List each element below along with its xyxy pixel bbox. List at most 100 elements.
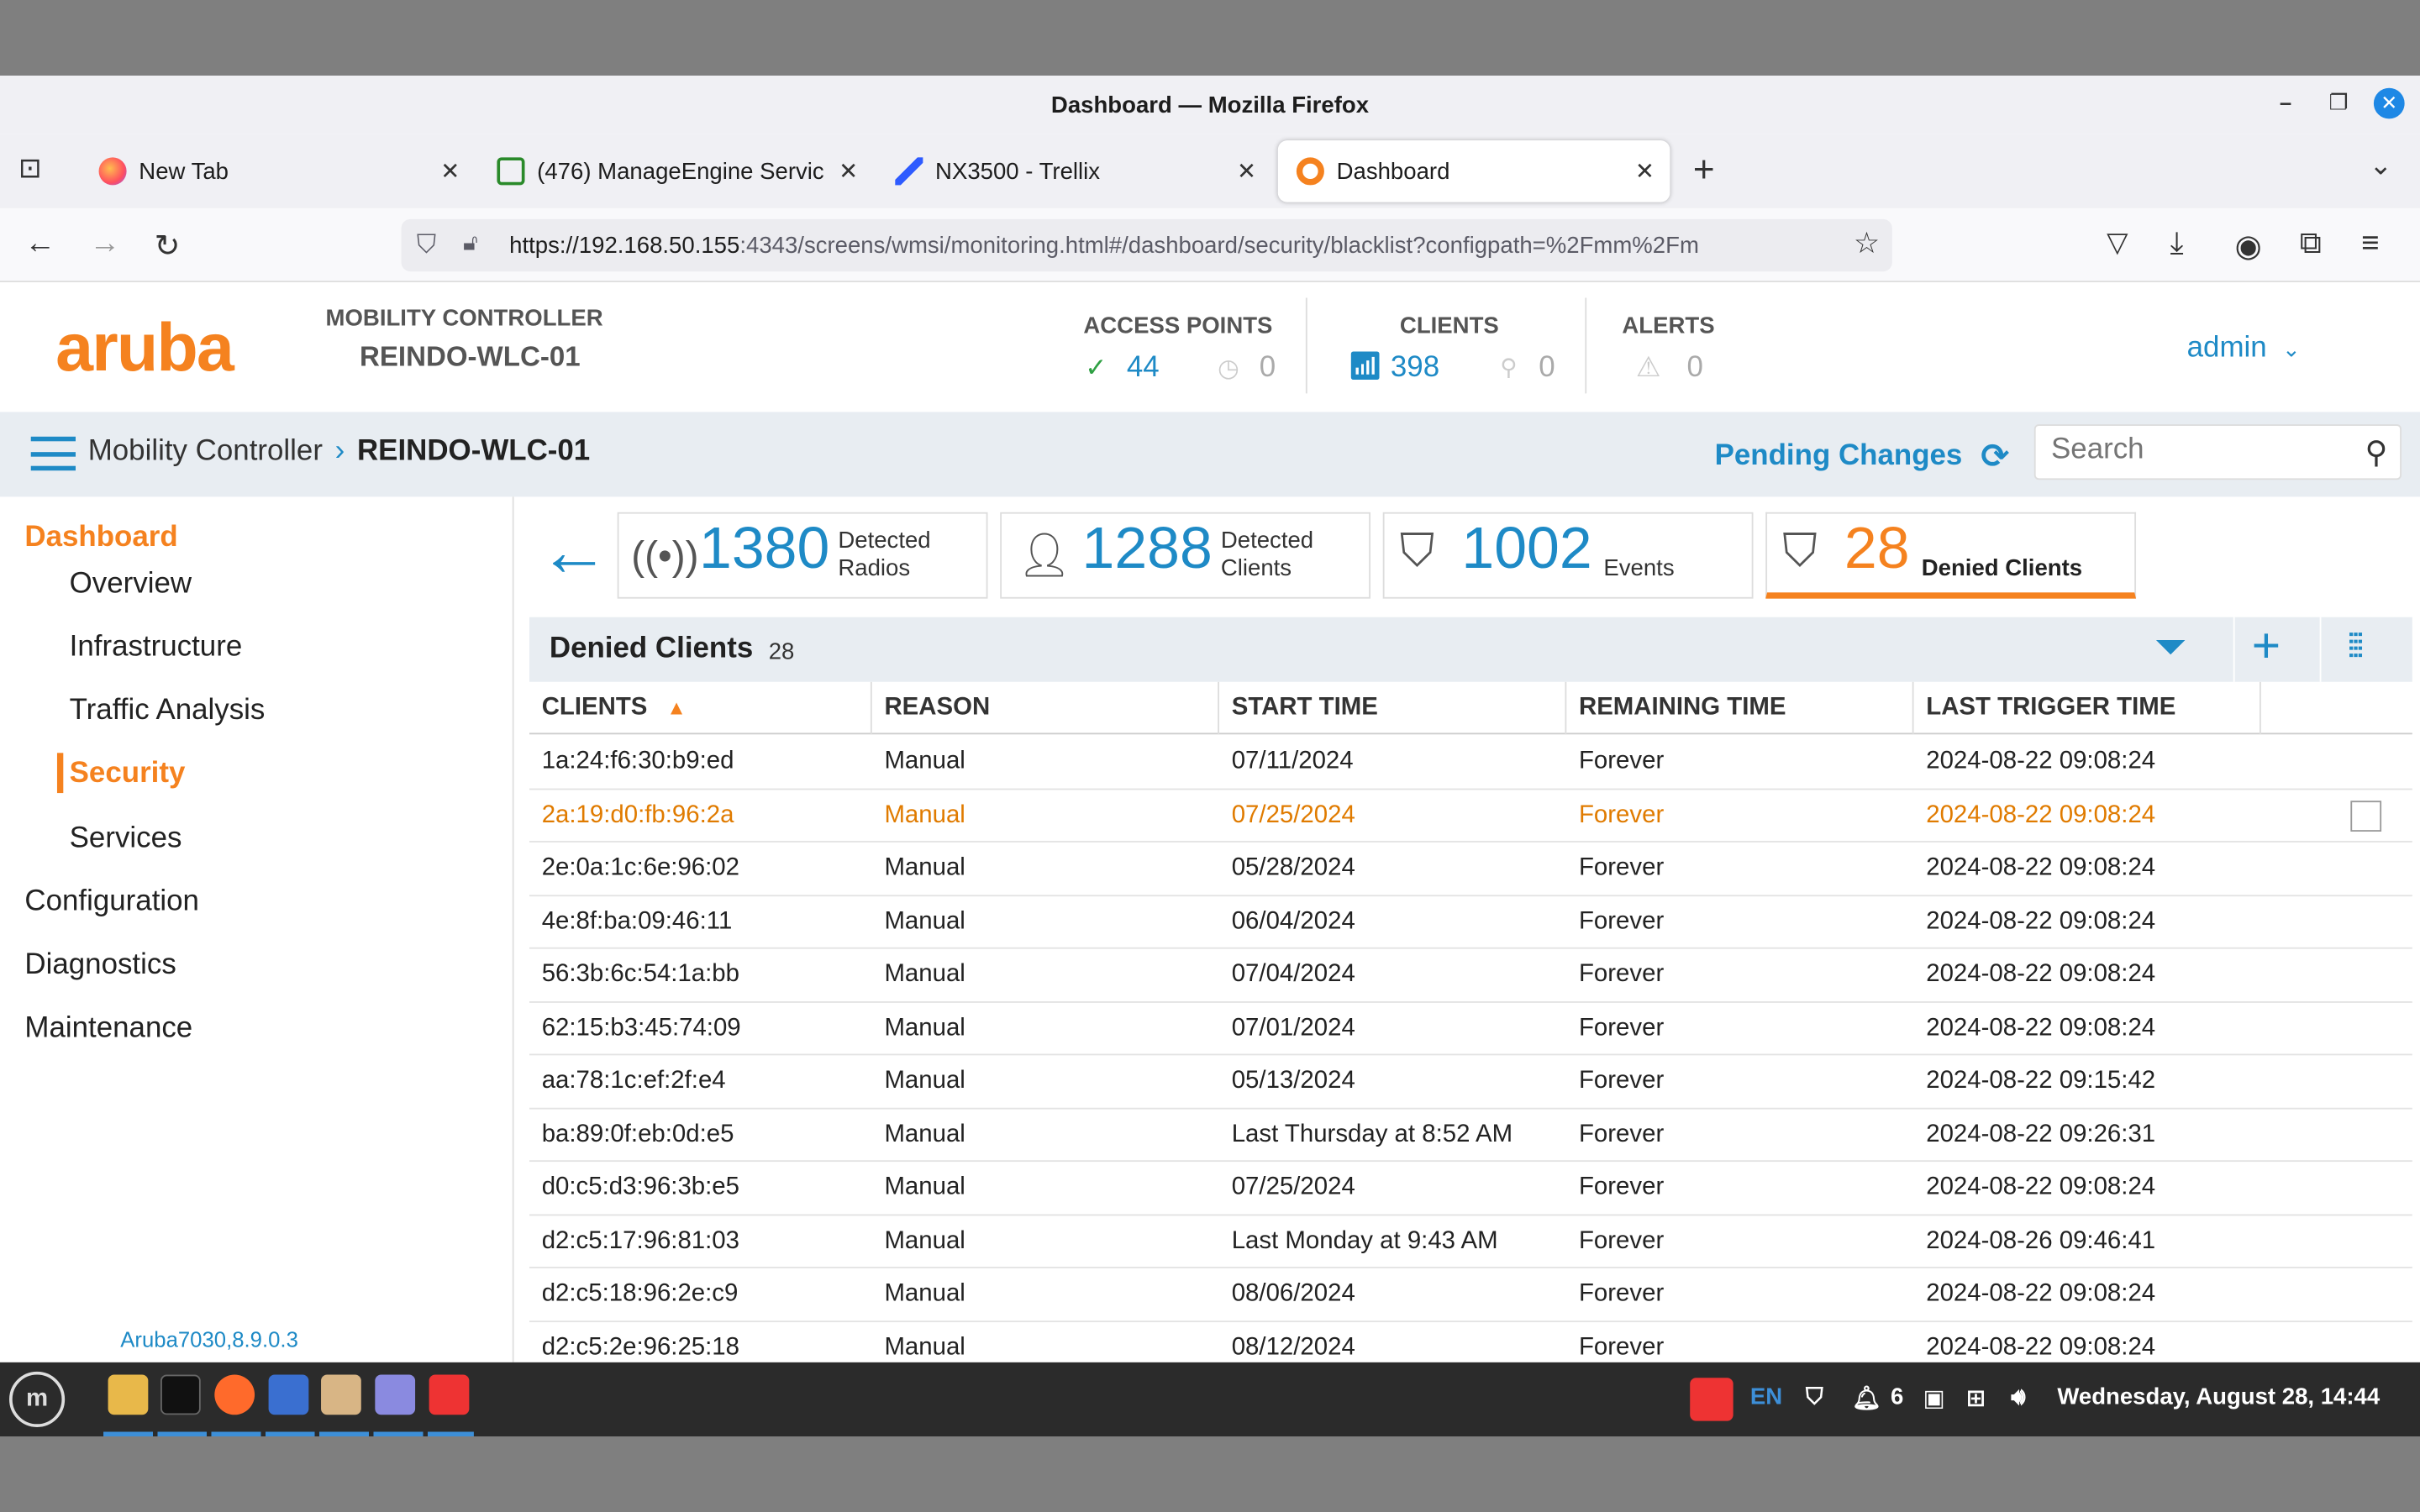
table-row[interactable]: d2:c5:2e:96:25:18 Manual 08/12/2024 Forever…	[529, 1321, 2412, 1362]
language-indicator[interactable]: EN	[1750, 1384, 1782, 1410]
bookmark-star-icon[interactable]: ☆	[1853, 227, 1881, 263]
ap-up-count[interactable]: 44	[1127, 352, 1160, 386]
table-row[interactable]: d2:c5:18:96:2e:c9 Manual 08/06/2024 Forever…	[529, 1268, 2412, 1322]
maximize-icon[interactable]: ❐	[2329, 90, 2349, 116]
menu-icon[interactable]: ≡	[2361, 227, 2379, 262]
table-row[interactable]: 2a:19:d0:fb:96:2a Manual 07/25/2024 Forever…	[529, 789, 2412, 843]
firefox-taskbar-icon[interactable]	[214, 1374, 255, 1415]
volume-icon[interactable]: 🔊︎	[2011, 1384, 2025, 1410]
close-tab-icon[interactable]: ✕	[440, 157, 460, 185]
archive-icon[interactable]	[321, 1374, 361, 1415]
table-cell: Manual	[884, 748, 965, 775]
tab-new-tab[interactable]: New Tab ✕	[81, 140, 476, 202]
table-cell: 07/25/2024	[1231, 1173, 1355, 1200]
add-icon[interactable]: +	[2252, 617, 2281, 675]
card-detected-clients[interactable]: 👤︎ 1288 Detected Clients	[1000, 512, 1371, 599]
notification-icon[interactable]: 🔔︎	[1852, 1384, 1881, 1411]
running-indicators	[103, 1431, 474, 1437]
pending-changes[interactable]: Pending Changes ⟳	[1715, 437, 2010, 477]
columns-icon[interactable]: ⦙⦙⦙	[2348, 627, 2365, 667]
sidebar-item-traffic-analysis[interactable]: Traffic Analysis	[70, 695, 266, 728]
user-menu[interactable]: admin ⌄	[2187, 332, 2301, 365]
new-tab-icon[interactable]: +	[1693, 150, 1715, 192]
tab-label: NX3500 - Trellix	[935, 158, 1101, 185]
url-bar[interactable]: ⛉ 🔓︎ https://192.168.50.155 :4343/screen…	[401, 218, 1892, 272]
col-clients[interactable]: CLIENTS ▲	[529, 681, 872, 735]
close-tab-icon[interactable]: ✕	[1237, 157, 1256, 185]
terminal-icon[interactable]	[160, 1374, 201, 1415]
chevron-down-icon[interactable]: ⌄	[2369, 150, 2392, 182]
filter-icon[interactable]: ⏷	[2154, 623, 2186, 673]
table-cell: d2:c5:17:96:81:03	[541, 1227, 739, 1254]
sidebar-item-dashboard[interactable]: Dashboard	[24, 522, 177, 555]
account-icon[interactable]: ◉	[2235, 227, 2262, 265]
table-row[interactable]: 2e:0a:1c:6e:96:02 Manual 05/28/2024 Forever…	[529, 843, 2412, 896]
table-row[interactable]: d0:c5:d3:96:3b:e5 Manual 07/25/2024 Forever…	[529, 1162, 2412, 1215]
table-row[interactable]: aa:78:1c:ef:2f:e4 Manual 05/13/2024 Forever…	[529, 1055, 2412, 1109]
files-icon[interactable]	[108, 1374, 149, 1415]
clock[interactable]: Wednesday, August 28, 14:44	[2057, 1384, 2380, 1410]
hamburger-icon[interactable]	[30, 436, 76, 471]
start-menu-icon[interactable]: m	[9, 1371, 66, 1427]
url-path: :4343/screens/wmsi/monitoring.html#/dash…	[739, 232, 1699, 259]
reload-icon[interactable]: ↻	[155, 227, 181, 265]
wireless-clients-count[interactable]: 398	[1391, 352, 1439, 386]
tab-manageengine[interactable]: (476) ManageEngine Servic ✕	[478, 140, 873, 202]
sidebar-item-configuration[interactable]: Configuration	[24, 885, 199, 919]
table-cell: Manual	[884, 907, 965, 935]
anydesk-tray-icon[interactable]	[1690, 1378, 1733, 1421]
table-row[interactable]: 1a:24:f6:30:b9:ed Manual 07/11/2024 Forever…	[529, 736, 2412, 790]
alerts-count[interactable]: 0	[1687, 352, 1703, 386]
back-icon[interactable]: ←	[24, 227, 55, 262]
ap-down-count[interactable]: 0	[1260, 352, 1276, 386]
divider	[2319, 617, 2322, 682]
close-tab-icon[interactable]: ✕	[839, 157, 858, 185]
forward-icon[interactable]: →	[90, 227, 121, 262]
search-field[interactable]: ⚲	[2033, 424, 2402, 480]
card-label: Radios	[838, 555, 911, 582]
col-last-trigger-time[interactable]: LAST TRIGGER TIME	[1914, 681, 2261, 735]
sidebar-item-infrastructure[interactable]: Infrastructure	[70, 631, 243, 664]
sidebar-item-overview[interactable]: Overview	[70, 568, 192, 601]
wired-clients-count[interactable]: 0	[1539, 352, 1555, 386]
sidebar-item-diagnostics[interactable]: Diagnostics	[24, 949, 176, 983]
minimize-icon[interactable]: –	[2280, 90, 2291, 114]
table-row[interactable]: 62:15:b3:45:74:09 Manual 07/01/2024 Forever…	[529, 1002, 2412, 1056]
back-arrow-icon[interactable]: ←	[539, 515, 609, 585]
sidebar-item-security[interactable]: Security	[70, 758, 186, 791]
breadcrumb-root[interactable]: Mobility Controller	[88, 435, 323, 469]
tab-dashboard[interactable]: Dashboard ✕	[1277, 140, 1670, 202]
table-row[interactable]: d2:c5:17:96:81:03 Manual Last Monday at 9:…	[529, 1215, 2412, 1268]
clipboard-icon[interactable]: ▣	[1923, 1384, 1945, 1411]
sidebar-item-maintenance[interactable]: Maintenance	[24, 1012, 192, 1046]
extensions-icon[interactable]: ⧉	[2300, 227, 2322, 262]
text-editor-icon[interactable]	[375, 1374, 416, 1415]
pocket-icon[interactable]: ▽	[2107, 227, 2128, 260]
tab-trellix[interactable]: NX3500 - Trellix ✕	[876, 140, 1271, 202]
row-checkbox[interactable]	[2350, 800, 2382, 832]
close-window-icon[interactable]: ✕	[2373, 87, 2405, 119]
anydesk-icon[interactable]	[429, 1374, 470, 1415]
window-title: Dashboard — Mozilla Firefox	[1050, 92, 1370, 118]
mail-icon[interactable]	[268, 1374, 309, 1415]
search-icon[interactable]: ⚲	[2365, 433, 2388, 472]
close-tab-icon[interactable]: ✕	[1635, 157, 1655, 185]
table-row[interactable]: ba:89:0f:eb:0d:e5 Manual Last Thursday at …	[529, 1109, 2412, 1163]
card-events[interactable]: ⛉ 1002 Events	[1382, 512, 1754, 599]
table-cell: Forever	[1578, 1280, 1665, 1307]
shield-tray-icon[interactable]: ⛉	[1806, 1384, 1823, 1410]
table-row[interactable]: 56:3b:6c:54:1a:bb Manual 07/04/2024 Forever…	[529, 949, 2412, 1002]
card-denied-clients[interactable]: ⛉ 28 Denied Clients	[1765, 512, 2137, 599]
col-start-time[interactable]: START TIME	[1219, 681, 1567, 735]
sidebar-item-services[interactable]: Services	[70, 822, 182, 856]
ap-label: ACCESS POINTS	[1083, 312, 1273, 340]
download-icon[interactable]: ⤓	[2170, 227, 2183, 262]
col-reason[interactable]: REASON	[872, 681, 1220, 735]
col-remaining-time[interactable]: REMAINING TIME	[1566, 681, 1914, 735]
table-row[interactable]: 4e:8f:ba:09:46:11 Manual 06/04/2024 Forever…	[529, 895, 2412, 949]
network-icon[interactable]: ⊞	[1966, 1384, 1986, 1411]
divider	[1305, 297, 1307, 394]
search-input[interactable]	[2051, 425, 2345, 475]
tab-list-icon[interactable]: ⊡	[18, 153, 42, 186]
card-detected-radios[interactable]: ((•)) 1380 Detected Radios	[617, 512, 988, 599]
